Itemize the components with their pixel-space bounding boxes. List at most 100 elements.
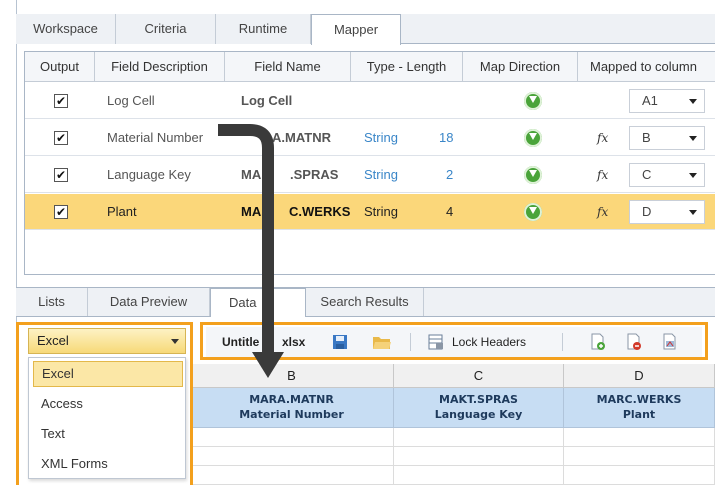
top-tab-bar: Workspace Criteria Runtime Mapper [16, 14, 715, 45]
format-option-text[interactable]: Text [33, 421, 183, 447]
mapper-row-plant[interactable]: ✔ Plant MA C.WERKS String 4 fx D [25, 194, 715, 230]
toolbar-separator [562, 333, 563, 351]
field-name: Log Cell [241, 93, 293, 108]
add-sheet-icon[interactable] [590, 333, 606, 351]
field-type: String [364, 167, 398, 182]
column-value: D [642, 204, 652, 219]
tab-runtime[interactable]: Runtime [216, 14, 311, 44]
tab-search-results[interactable]: Search Results [306, 288, 424, 316]
tab-criteria[interactable]: Criteria [116, 14, 216, 44]
header-field-name: MAKT.SPRAS [439, 393, 518, 406]
save-icon[interactable] [332, 333, 348, 351]
green-down-arrow-icon[interactable] [524, 129, 542, 147]
format-option-xml-forms[interactable]: XML Forms [33, 451, 183, 477]
output-checkbox[interactable]: ✔ [54, 168, 68, 182]
column-dropdown[interactable]: C [629, 163, 705, 187]
chevron-down-icon [689, 136, 697, 141]
column-value: C [642, 167, 652, 182]
mapper-grid: Output Field Description Field Name Type… [24, 51, 715, 275]
lock-headers-icon[interactable] [428, 333, 444, 351]
field-name-suffix: C.WERKS [289, 204, 351, 219]
output-checkbox[interactable]: ✔ [54, 131, 68, 145]
tab-mapper[interactable]: Mapper [311, 14, 401, 45]
sheet-cell[interactable] [564, 428, 715, 447]
format-dropdown[interactable]: Excel [28, 328, 186, 354]
sheet-cell[interactable] [394, 466, 564, 485]
tab-lists[interactable]: Lists [16, 288, 88, 316]
header-mapped-to-column[interactable]: Mapped to column [578, 52, 715, 82]
field-description: Plant [107, 204, 137, 219]
mapper-row-language-key[interactable]: ✔ Language Key MA .SPRAS String 2 fx C [25, 157, 715, 193]
header-field-description: Language Key [434, 408, 523, 421]
green-down-arrow-icon[interactable] [524, 203, 542, 221]
column-value: A1 [642, 93, 658, 108]
fx-icon[interactable]: fx [597, 204, 615, 220]
fx-icon[interactable]: fx [597, 130, 615, 146]
sheet-cell[interactable] [394, 447, 564, 466]
file-name-prefix[interactable]: Untitle [222, 327, 259, 357]
field-name-suffix: .SPRAS [290, 167, 339, 182]
chevron-down-icon [689, 99, 697, 104]
green-down-arrow-icon[interactable] [524, 92, 542, 110]
header-type-length[interactable]: Type - Length [351, 52, 463, 82]
header-field-name: MARA.MATNR [249, 393, 334, 406]
field-name-prefix: MA [241, 204, 262, 219]
format-value: Excel [37, 333, 69, 348]
field-length: 18 [439, 130, 454, 145]
field-name: A.MATNR [272, 130, 331, 145]
sheet-cell[interactable] [394, 428, 564, 447]
column-dropdown[interactable]: B [629, 126, 705, 150]
sheet-cell[interactable] [564, 466, 715, 485]
sheet-cell[interactable] [564, 447, 715, 466]
file-name-suffix[interactable]: xlsx [282, 327, 305, 357]
tab-data-preview[interactable]: Data Preview [88, 288, 210, 316]
remove-sheet-icon[interactable] [626, 333, 642, 351]
mapper-row-material-number[interactable]: ✔ Material Number A.MATNR String 18 fx B [25, 120, 715, 156]
header-map-direction[interactable]: Map Direction [463, 52, 578, 82]
column-value: B [642, 130, 651, 145]
sheet-cell[interactable] [190, 466, 394, 485]
column-header-c[interactable]: C [394, 364, 564, 388]
column-header-d[interactable]: D [564, 364, 715, 388]
tab-workspace[interactable]: Workspace [16, 14, 116, 44]
format-option-excel[interactable]: Excel [33, 361, 183, 387]
header-field-name[interactable]: Field Name [225, 52, 351, 82]
mapper-row-log-cell[interactable]: ✔ Log Cell Log Cell A1 [25, 83, 715, 119]
bottom-tab-bar: Lists Data Preview Data Search Results [16, 287, 715, 317]
field-type: String [364, 204, 398, 219]
green-down-arrow-icon[interactable] [524, 166, 542, 184]
sheet-cell[interactable] [190, 447, 394, 466]
field-length: 2 [446, 167, 454, 182]
header-field-description: Material Number [239, 408, 344, 421]
header-field-name: MARC.WERKS [596, 393, 682, 406]
format-dropdown-list: Excel Access Text XML Forms [28, 357, 186, 479]
export-toolbar: Untitle xlsx Lock Headers [206, 327, 702, 357]
column-dropdown[interactable]: A1 [629, 89, 705, 113]
field-length: 4 [446, 204, 454, 219]
fx-icon[interactable]: fx [597, 167, 615, 183]
sheet-header-cell[interactable]: MAKT.SPRAS Language Key [394, 388, 564, 428]
tab-data-export[interactable]: Data [210, 288, 306, 317]
chevron-down-icon [689, 210, 697, 215]
lock-headers-label[interactable]: Lock Headers [452, 327, 526, 357]
output-checkbox[interactable]: ✔ [54, 94, 68, 108]
header-field-description[interactable]: Field Description [95, 52, 225, 82]
column-header-b[interactable]: B [190, 364, 394, 388]
header-output[interactable]: Output [25, 52, 95, 82]
sheet-header-cell[interactable]: MARA.MATNR Material Number [190, 388, 394, 428]
chevron-down-icon [171, 339, 179, 344]
field-description: Language Key [107, 167, 191, 182]
sheet-cell[interactable] [190, 428, 394, 447]
sheet-header-cell[interactable]: MARC.WERKS Plant [564, 388, 715, 428]
field-description: Log Cell [107, 93, 155, 108]
field-name-prefix: MA [241, 167, 262, 182]
chevron-down-icon [689, 173, 697, 178]
format-option-access[interactable]: Access [33, 391, 183, 417]
open-folder-icon[interactable] [372, 333, 392, 351]
output-checkbox[interactable]: ✔ [54, 205, 68, 219]
export-preview-sheet: B C D MARA.MATNR Material Number MAKT.SP… [190, 364, 715, 485]
sheet-properties-icon[interactable] [662, 333, 678, 351]
column-dropdown[interactable]: D [629, 200, 705, 224]
field-description: Material Number [107, 130, 204, 145]
mapper-header-row: Output Field Description Field Name Type… [25, 52, 715, 82]
